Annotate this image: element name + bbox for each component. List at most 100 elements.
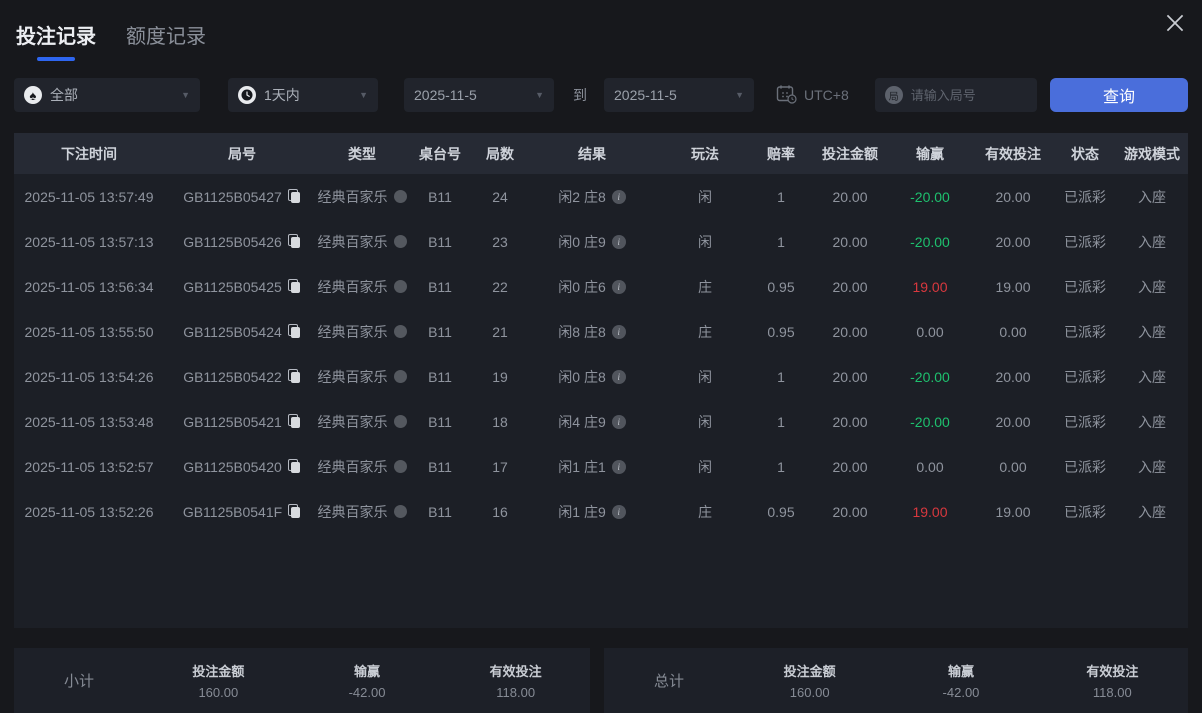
cell-result: 闲1 庄1 i <box>524 444 660 489</box>
cell-mode: 入座 <box>1116 489 1188 534</box>
cell-status: 已派彩 <box>1054 354 1116 399</box>
round-number-input[interactable] <box>911 88 1027 103</box>
cell-round-id: GB1125B05420 <box>164 444 320 489</box>
tab-quota-records[interactable]: 额度记录 <box>126 20 206 61</box>
info-icon[interactable]: i <box>612 460 626 474</box>
info-icon[interactable]: i <box>612 415 626 429</box>
copy-icon[interactable] <box>288 414 301 429</box>
cell-mode: 入座 <box>1116 219 1188 264</box>
cell-table-no: B11 <box>404 309 476 354</box>
video-dot-icon[interactable] <box>394 505 407 518</box>
cell-time: 2025-11-05 13:57:13 <box>14 219 164 264</box>
cell-round: 16 <box>476 489 524 534</box>
date-to-value: 2025-11-5 <box>614 87 677 103</box>
cell-time: 2025-11-05 13:56:34 <box>14 264 164 309</box>
cell-valid-bet: 19.00 <box>972 264 1054 309</box>
cell-win-loss: 19.00 <box>888 264 972 309</box>
table-row: 2025-11-05 13:57:13 GB1125B05426 经典百家乐 B… <box>14 219 1188 264</box>
subtotal-label: 小计 <box>14 670 144 691</box>
video-dot-icon[interactable] <box>394 325 407 338</box>
date-to-select[interactable]: 2025-11-5 ▼ <box>604 78 754 112</box>
total-label: 总计 <box>604 670 734 691</box>
round-badge-icon: 局 <box>885 86 903 104</box>
cell-status: 已派彩 <box>1054 309 1116 354</box>
cell-status: 已派彩 <box>1054 264 1116 309</box>
spade-icon: ♠ <box>24 86 42 104</box>
video-dot-icon[interactable] <box>394 460 407 473</box>
cell-round-id: GB1125B05424 <box>164 309 320 354</box>
cell-play: 闲 <box>660 354 750 399</box>
cell-status: 已派彩 <box>1054 174 1116 219</box>
cell-status: 已派彩 <box>1054 399 1116 444</box>
cell-bet-amount: 20.00 <box>812 309 888 354</box>
cell-table-no: B11 <box>404 354 476 399</box>
chevron-down-icon: ▼ <box>527 90 544 100</box>
info-icon[interactable]: i <box>612 235 626 249</box>
chevron-down-icon: ▼ <box>727 90 744 100</box>
cell-status: 已派彩 <box>1054 219 1116 264</box>
cell-play: 庄 <box>660 309 750 354</box>
cell-round: 22 <box>476 264 524 309</box>
time-range-select[interactable]: 1天内 ▼ <box>228 78 378 112</box>
calendar-clock-icon <box>776 84 797 107</box>
cell-table-no: B11 <box>404 399 476 444</box>
info-icon[interactable]: i <box>612 370 626 384</box>
info-icon[interactable]: i <box>612 325 626 339</box>
date-from-select[interactable]: 2025-11-5 ▼ <box>404 78 554 112</box>
info-icon[interactable]: i <box>612 505 626 519</box>
cell-bet-amount: 20.00 <box>812 219 888 264</box>
copy-icon[interactable] <box>288 324 301 339</box>
cell-bet-amount: 20.00 <box>812 174 888 219</box>
copy-icon[interactable] <box>288 234 301 249</box>
column-header: 游戏模式 <box>1116 133 1188 174</box>
column-header: 下注时间 <box>14 133 164 174</box>
bet-records-table: 下注时间局号类型桌台号局数结果玩法赔率投注金额输赢有效投注状态游戏模式 2025… <box>14 133 1188 534</box>
cell-odds: 1 <box>750 444 812 489</box>
cell-result: 闲4 庄9 i <box>524 399 660 444</box>
cell-table-no: B11 <box>404 444 476 489</box>
cell-win-loss: -20.00 <box>888 174 972 219</box>
cell-table-no: B11 <box>404 174 476 219</box>
subtotal-bet-amount: 投注金额 160.00 <box>144 661 293 700</box>
tab-bet-records[interactable]: 投注记录 <box>16 20 96 61</box>
chevron-down-icon: ▼ <box>351 90 368 100</box>
game-type-select[interactable]: ♠ 全部 ▼ <box>14 78 200 112</box>
column-header: 有效投注 <box>972 133 1054 174</box>
cell-play: 闲 <box>660 174 750 219</box>
video-dot-icon[interactable] <box>394 235 407 248</box>
filter-bar: ♠ 全部 ▼ 1天内 ▼ 2025-11-5 ▼ 到 2025-11-5 ▼ U… <box>14 78 1188 112</box>
cell-result: 闲8 庄8 i <box>524 309 660 354</box>
copy-icon[interactable] <box>288 459 301 474</box>
table-row: 2025-11-05 13:52:57 GB1125B05420 经典百家乐 B… <box>14 444 1188 489</box>
copy-icon[interactable] <box>288 279 301 294</box>
copy-icon[interactable] <box>288 369 301 384</box>
copy-icon[interactable] <box>288 189 301 204</box>
cell-round-id: GB1125B0541F <box>164 489 320 534</box>
copy-icon[interactable] <box>288 504 301 519</box>
round-number-field[interactable]: 局 <box>875 78 1037 112</box>
total-valid-bet: 有效投注 118.00 <box>1037 661 1188 700</box>
table-row: 2025-11-05 13:54:26 GB1125B05422 经典百家乐 B… <box>14 354 1188 399</box>
cell-win-loss: 0.00 <box>888 309 972 354</box>
cell-win-loss: -20.00 <box>888 354 972 399</box>
video-dot-icon[interactable] <box>394 370 407 383</box>
column-header: 玩法 <box>660 133 750 174</box>
cell-win-loss: 19.00 <box>888 489 972 534</box>
video-dot-icon[interactable] <box>394 280 407 293</box>
table-row: 2025-11-05 13:55:50 GB1125B05424 经典百家乐 B… <box>14 309 1188 354</box>
cell-odds: 1 <box>750 354 812 399</box>
cell-mode: 入座 <box>1116 174 1188 219</box>
close-icon[interactable] <box>1162 10 1188 36</box>
info-icon[interactable]: i <box>612 190 626 204</box>
table-row: 2025-11-05 13:56:34 GB1125B05425 经典百家乐 B… <box>14 264 1188 309</box>
bet-records-table-panel: 下注时间局号类型桌台号局数结果玩法赔率投注金额输赢有效投注状态游戏模式 2025… <box>14 133 1188 628</box>
cell-result: 闲0 庄6 i <box>524 264 660 309</box>
info-icon[interactable]: i <box>612 280 626 294</box>
column-header: 类型 <box>320 133 404 174</box>
cell-valid-bet: 0.00 <box>972 309 1054 354</box>
cell-round: 17 <box>476 444 524 489</box>
video-dot-icon[interactable] <box>394 190 407 203</box>
video-dot-icon[interactable] <box>394 415 407 428</box>
column-header: 状态 <box>1054 133 1116 174</box>
search-button[interactable]: 查询 <box>1050 78 1188 112</box>
